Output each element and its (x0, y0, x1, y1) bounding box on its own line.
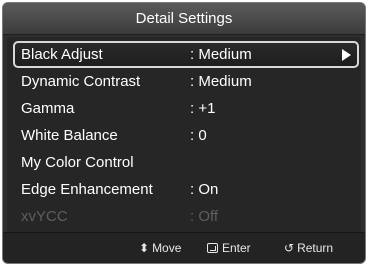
menu-item-value: : 0 (190, 127, 207, 144)
up-down-arrows-icon: ⬍ (139, 241, 150, 255)
menu-item-value: : +1 (190, 100, 216, 117)
menu-item-edge-enhancement[interactable]: Edge Enhancement : On (13, 176, 359, 203)
settings-panel: Black Adjust : Medium Dynamic Contrast :… (7, 37, 361, 233)
menu-item-label: Edge Enhancement (21, 181, 153, 198)
enter-icon (207, 243, 218, 253)
menu-item-gamma[interactable]: Gamma : +1 (13, 95, 359, 122)
menu-item-label: Gamma (21, 100, 75, 117)
right-arrow-icon (342, 49, 351, 61)
return-icon: ↺ (284, 241, 295, 255)
enter-label: Enter (222, 241, 251, 255)
menu-item-value: : Medium (190, 46, 252, 63)
menu-item-white-balance[interactable]: White Balance : 0 (13, 122, 359, 149)
menu-item-dynamic-contrast[interactable]: Dynamic Contrast : Medium (13, 68, 359, 95)
menu-item-label: My Color Control (21, 154, 134, 171)
menu-item-my-color-control[interactable]: My Color Control (13, 149, 359, 176)
return-label: Return (297, 241, 334, 255)
enter-hint: Enter (207, 241, 251, 255)
menu-item-xvycc: xvYCC : Off (13, 203, 359, 230)
menu-item-value: : Medium (190, 73, 252, 90)
dialog-title: Detail Settings (135, 10, 233, 27)
menu-item-black-adjust[interactable]: Black Adjust : Medium (13, 41, 359, 68)
menu-item-value: : On (190, 181, 219, 198)
menu-item-value: : Off (190, 208, 219, 225)
button-guide: ⬍ Move Enter ↺ Return (3, 232, 365, 263)
move-label: Move (152, 241, 182, 255)
menu-item-label: White Balance (21, 127, 118, 144)
title-bar: Detail Settings (3, 3, 365, 35)
menu-item-label: Black Adjust (21, 46, 103, 63)
settings-list: Black Adjust : Medium Dynamic Contrast :… (13, 41, 359, 230)
move-hint: ⬍ Move (139, 241, 181, 255)
menu-item-label: Dynamic Contrast (21, 73, 141, 90)
menu-item-label: xvYCC (21, 208, 68, 225)
return-hint: ↺ Return (284, 241, 333, 255)
detail-settings-dialog: Detail Settings Black Adjust : Medium Dy… (2, 2, 366, 264)
